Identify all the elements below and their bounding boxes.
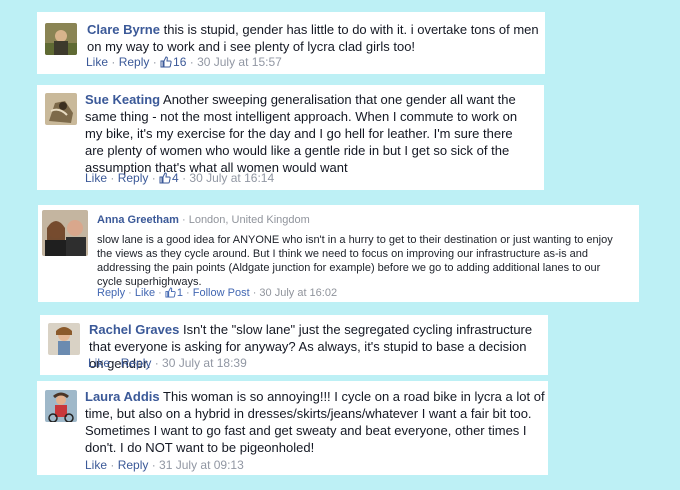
avatar[interactable] <box>45 93 77 125</box>
avatar[interactable] <box>45 23 77 55</box>
avatar[interactable] <box>48 323 80 355</box>
like-link[interactable]: Like <box>86 55 108 69</box>
timestamp[interactable]: 31 July at 09:13 <box>159 458 244 472</box>
like-count[interactable]: 1 <box>165 287 183 299</box>
comment-actions: Like · Reply · 4 · 30 July at 16:14 <box>85 171 275 185</box>
comment-actions: Like · Reply · 31 July at 09:13 <box>85 458 244 472</box>
reply-link[interactable]: Reply <box>97 287 125 299</box>
like-link[interactable]: Like <box>88 356 110 370</box>
like-count-value: 4 <box>172 171 179 185</box>
like-count[interactable]: 16 <box>160 55 186 69</box>
thumbs-up-icon <box>160 56 172 68</box>
thumbs-up-icon <box>165 287 176 298</box>
comment-author[interactable]: Laura Addis <box>85 389 160 404</box>
comment-body: Clare Byrne this is stupid, gender has l… <box>87 21 542 55</box>
comment-author[interactable]: Clare Byrne <box>87 22 160 37</box>
comment-card: Rachel Graves Isn't the "slow lane" just… <box>40 315 548 375</box>
comment-location: London, United Kingdom <box>188 214 310 226</box>
comment-header: Anna Greetham · London, United Kingdom <box>97 214 310 226</box>
timestamp[interactable]: 30 July at 18:39 <box>162 356 247 370</box>
like-count[interactable]: 4 <box>159 171 179 185</box>
like-link[interactable]: Like <box>85 458 107 472</box>
like-link[interactable]: Like <box>85 171 107 185</box>
timestamp[interactable]: 30 July at 16:02 <box>259 287 337 299</box>
reply-link[interactable]: Reply <box>118 171 149 185</box>
avatar[interactable] <box>45 390 77 422</box>
follow-post-link[interactable]: Follow Post <box>193 287 250 299</box>
comment-author[interactable]: Anna Greetham <box>97 214 179 226</box>
comment-actions: Like · Reply · 30 July at 18:39 <box>88 356 247 370</box>
thumbs-up-icon <box>159 172 171 184</box>
comment-author[interactable]: Rachel Graves <box>89 322 179 337</box>
like-link[interactable]: Like <box>135 287 155 299</box>
reply-link[interactable]: Reply <box>119 55 150 69</box>
reply-link[interactable]: Reply <box>118 458 149 472</box>
like-count-value: 16 <box>173 55 187 69</box>
comment-body: Sue Keating Another sweeping generalisat… <box>85 91 535 176</box>
comment-body: Laura Addis This woman is so annoying!!!… <box>85 388 545 456</box>
comment-card: Anna Greetham · London, United Kingdom s… <box>38 205 639 302</box>
like-count-value: 1 <box>176 287 183 299</box>
comment-actions: Reply · Like · 1 · Follow Post · 30 July… <box>97 287 338 299</box>
comment-card: Sue Keating Another sweeping generalisat… <box>37 85 544 190</box>
comment-actions: Like · Reply · 16 · 30 July at 15:57 <box>86 55 282 69</box>
comment-card: Laura Addis This woman is so annoying!!!… <box>37 381 548 475</box>
reply-link[interactable]: Reply <box>121 356 152 370</box>
timestamp[interactable]: 30 July at 16:14 <box>189 171 274 185</box>
avatar[interactable] <box>42 210 88 256</box>
comment-text: slow lane is a good idea for ANYONE who … <box>97 234 613 288</box>
timestamp[interactable]: 30 July at 15:57 <box>197 55 282 69</box>
comment-author[interactable]: Sue Keating <box>85 92 160 107</box>
comment-card: Clare Byrne this is stupid, gender has l… <box>37 12 545 74</box>
